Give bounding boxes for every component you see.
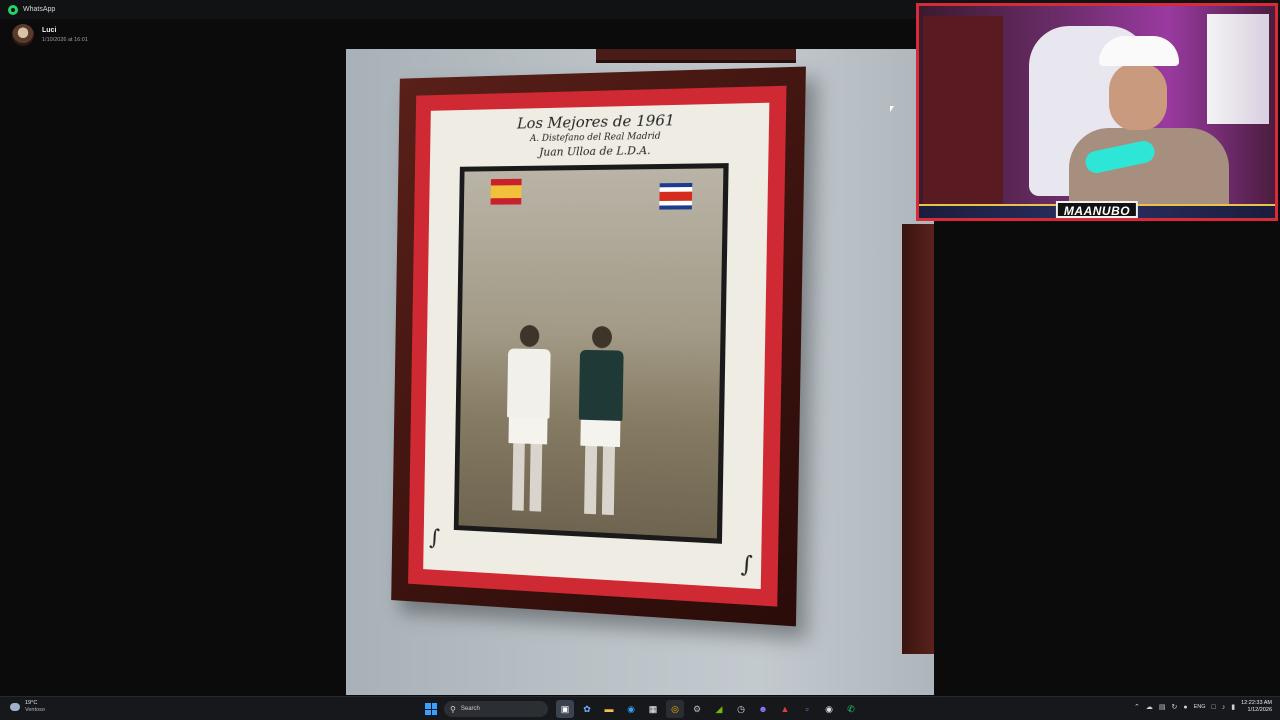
volume-icon[interactable]: ♪ xyxy=(1222,704,1226,711)
mouse-cursor-icon xyxy=(890,106,894,112)
chrome-icon[interactable]: ◎ xyxy=(666,700,684,718)
obs-icon[interactable]: ◷ xyxy=(732,700,750,718)
chevron-up-icon[interactable]: ⌃ xyxy=(1134,703,1140,711)
task-view-icon[interactable]: ▣ xyxy=(556,700,574,718)
streamer-webcam-overlay: MAANUBO xyxy=(916,3,1278,221)
swirl-ornament-icon: ∫ xyxy=(740,551,753,579)
file-explorer-icon[interactable]: ▬ xyxy=(600,700,618,718)
picture-frame: Los Mejores de 1961 A. Distefano del Rea… xyxy=(391,66,806,627)
start-button[interactable] xyxy=(422,700,440,718)
player-dark-kit xyxy=(576,326,625,516)
battery-icon[interactable]: ▮ xyxy=(1231,703,1235,711)
media-sender-info: Luci 1/10/2026 at 16:01 xyxy=(12,24,88,46)
discord-icon[interactable]: ☻ xyxy=(754,700,772,718)
microphone-tray-icon[interactable]: ● xyxy=(1183,704,1187,711)
taskbar-apps: ⚲ Search ▣ ✿ ▬ ◉ ▦ ◎ ⚙ ◢ ◷ ☻ ▲ ▫ ◉ ✆ xyxy=(422,700,860,718)
app-blue-icon[interactable]: ▫ xyxy=(798,700,816,718)
clock-date: 1/12/2026 xyxy=(1247,707,1272,713)
taskbar-search[interactable]: ⚲ Search xyxy=(444,701,548,717)
swirl-ornament-icon: ∫ xyxy=(429,525,441,551)
clock[interactable]: 12:22:33 AM 1/12/2026 xyxy=(1241,700,1272,714)
refresh-icon[interactable]: ↻ xyxy=(1171,703,1177,711)
neighbor-frame-top xyxy=(596,49,796,63)
system-tray: ⌃ ☁ ▤ ↻ ● ENG □ ♪ ▮ 12:22:33 AM 1/12/202… xyxy=(1134,700,1272,714)
network-icon[interactable]: ▤ xyxy=(1159,703,1166,711)
spain-flag-icon xyxy=(490,178,522,205)
neighbor-frame-right xyxy=(902,224,934,654)
streamer-name: MAANUBO xyxy=(1055,201,1139,218)
weather-widget[interactable]: 19°C Ventoso xyxy=(10,700,45,714)
cloud-icon xyxy=(10,703,20,711)
monitor-icon[interactable]: □ xyxy=(1212,704,1216,711)
windows-logo-icon xyxy=(425,703,437,715)
app-red-icon[interactable]: ▲ xyxy=(776,700,794,718)
clock-time: 12:22:33 AM xyxy=(1241,700,1272,706)
framed-print: Los Mejores de 1961 A. Distefano del Rea… xyxy=(423,102,770,590)
copilot-icon[interactable]: ✿ xyxy=(578,700,596,718)
edge-browser-icon[interactable]: ◉ xyxy=(622,700,640,718)
media-photo[interactable]: Los Mejores de 1961 A. Distefano del Rea… xyxy=(346,49,934,695)
avatar[interactable] xyxy=(12,24,34,46)
sender-name: Luci xyxy=(42,27,57,34)
window-title: WhatsApp xyxy=(23,6,56,13)
search-icon: ⚲ xyxy=(450,704,456,714)
language-indicator[interactable]: ENG xyxy=(1194,704,1206,710)
taskbar: 19°C Ventoso ⚲ Search ▣ ✿ ▬ ◉ ▦ ◎ ⚙ ◢ ◷ … xyxy=(0,696,1280,720)
weather-temperature: 19°C xyxy=(25,700,38,706)
cloud-sync-icon[interactable]: ☁ xyxy=(1146,703,1153,711)
frame-mat: Los Mejores de 1961 A. Distefano del Rea… xyxy=(408,85,787,607)
player-white-kit xyxy=(504,324,552,512)
weather-description: Ventoso xyxy=(25,707,45,713)
webcam-feed xyxy=(919,6,1275,218)
nvidia-icon[interactable]: ◢ xyxy=(710,700,728,718)
search-label: Search xyxy=(460,706,480,712)
message-timestamp: 1/10/2026 at 16:01 xyxy=(42,37,88,43)
store-icon[interactable]: ▦ xyxy=(644,700,662,718)
vintage-photo xyxy=(453,163,729,544)
whatsapp-logo-icon xyxy=(8,4,18,15)
settings-gear-icon[interactable]: ⚙ xyxy=(688,700,706,718)
whatsapp-taskbar-icon[interactable]: ✆ xyxy=(842,700,860,718)
steam-icon[interactable]: ◉ xyxy=(820,700,838,718)
costa-rica-flag-icon xyxy=(659,182,693,210)
